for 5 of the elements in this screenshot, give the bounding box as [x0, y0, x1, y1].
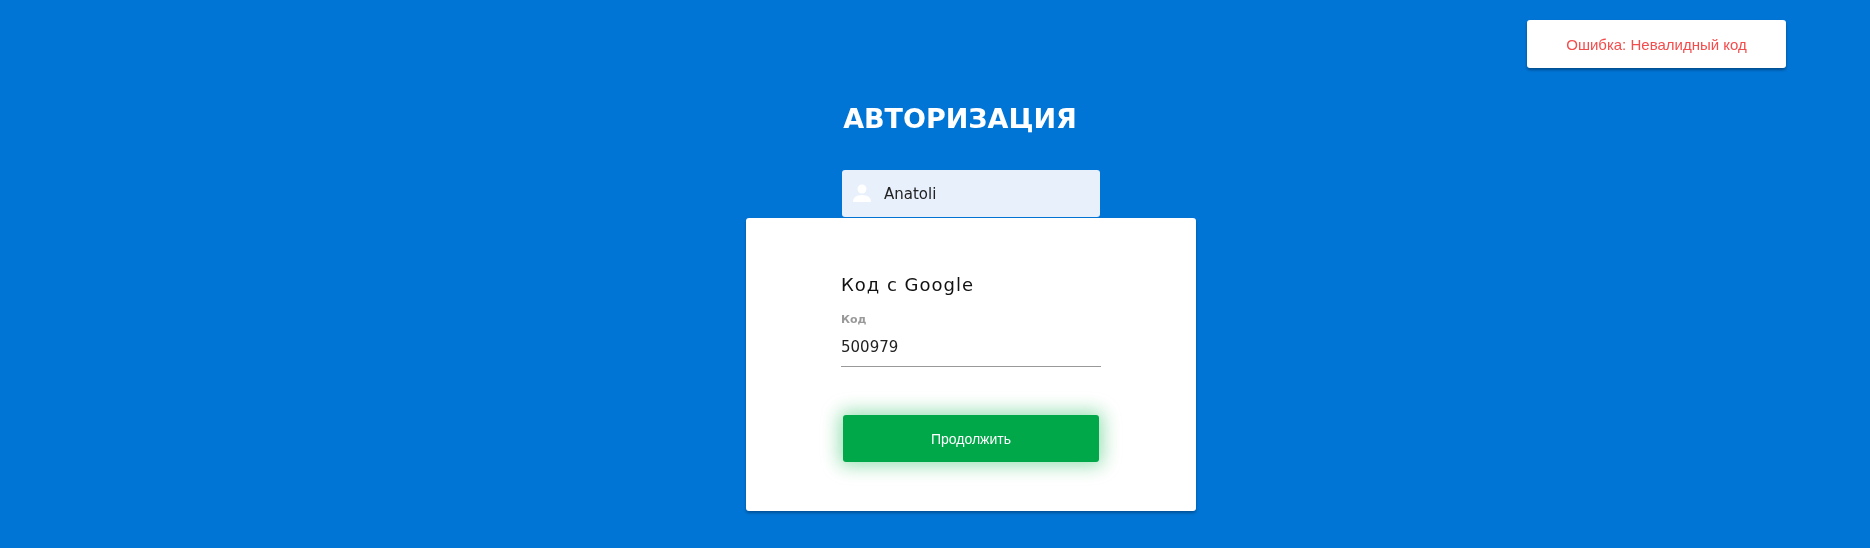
error-toast: Ошибка: Невалидный код	[1527, 20, 1786, 68]
field-label: Код	[841, 313, 868, 326]
card-heading: Код с Google	[841, 274, 976, 295]
username-field[interactable]: Anatoli	[842, 170, 1100, 217]
page-title: АВТОРИЗАЦИЯ	[843, 102, 1077, 136]
